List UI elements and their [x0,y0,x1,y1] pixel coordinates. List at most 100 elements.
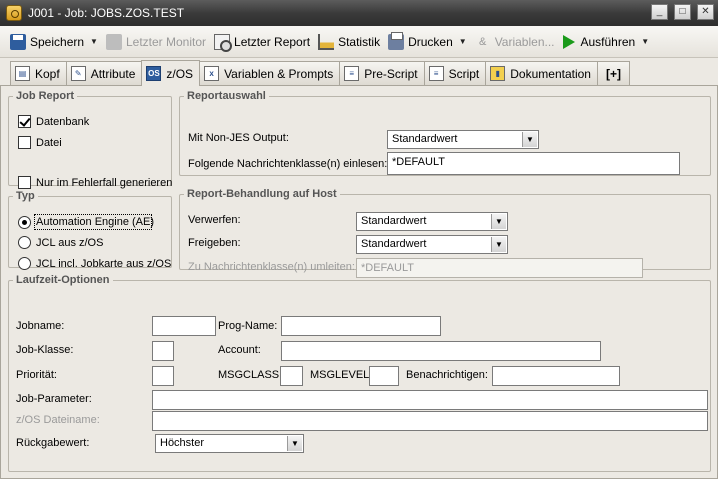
print-button[interactable]: Drucken ▼ [384,30,471,54]
window-controls: _ □ ✕ [651,4,714,20]
report-selection-legend: Reportauswahl [187,90,266,102]
discard-label: Verwerfen: [188,214,241,226]
type-group: Typ Automation Engine (AE) JCL aus z/OS … [8,190,172,270]
job-params-input[interactable] [152,390,708,410]
printer-icon [388,31,405,50]
tab-zos-label: z/OS [166,66,194,81]
progname-label: Prog-Name: [218,320,278,332]
account-input[interactable] [281,341,601,361]
toolbar: Speichern ▼ Letzter Monitor Letzter Repo… [0,26,718,58]
tab-attribute-label: Attribute [90,66,136,81]
close-button[interactable]: ✕ [697,4,714,20]
tab-attribute[interactable]: ✎ Attribute [65,61,143,85]
print-label: Drucken [408,34,453,49]
chevron-down-icon: ▼ [522,132,537,147]
tab-pre-script[interactable]: ≡ Pre-Script [339,61,425,85]
bar-chart-icon [318,33,335,50]
monitor-icon [105,33,122,50]
tab-script[interactable]: ≡ Script [423,61,487,85]
tab-zos[interactable]: OS z/OS [141,60,201,86]
zos-tab-content: Job Report Datenbank Datei Nur im Fehler… [0,86,718,479]
non-jes-label: Mit Non-JES Output: [188,132,289,144]
file-checkbox[interactable] [18,136,31,149]
database-label: Datenbank [36,116,90,128]
last-report-button[interactable]: Letzter Report [210,30,314,54]
report-handling-legend: Report-Behandlung auf Host [187,188,337,200]
tab-kopf[interactable]: ▤ Kopf [10,61,67,85]
discard-select[interactable]: Standardwert ▼ [356,212,508,231]
notify-input[interactable] [492,366,620,386]
script-icon: ≡ [428,66,444,81]
jobname-input[interactable] [152,316,216,336]
job-params-label: Job-Parameter: [16,393,92,405]
last-monitor-button[interactable]: Letzter Monitor [102,30,210,54]
print-dropdown-arrow-icon[interactable]: ▼ [459,37,467,46]
minimize-button[interactable]: _ [651,4,668,20]
statistics-button[interactable]: Statistik [314,30,384,54]
chevron-down-icon: ▼ [491,237,506,252]
release-selected-value: Standardwert [361,238,427,250]
msgclass-label: MSGCLASS: [218,369,283,381]
msgclass-read-input[interactable]: *DEFAULT [387,152,680,175]
progname-input[interactable] [281,316,441,336]
tab-pre-script-label: Pre-Script [364,66,418,81]
priority-input[interactable] [152,366,174,386]
tab-variables-prompts[interactable]: x Variablen & Prompts [199,61,341,85]
jobclass-input[interactable] [152,341,174,361]
tab-script-label: Script [448,66,480,81]
tab-kopf-label: Kopf [35,66,60,81]
report-handling-group: Report-Behandlung auf Host Verwerfen: St… [179,188,711,278]
discard-selected-value: Standardwert [361,215,427,227]
attributes-icon: ✎ [70,66,86,81]
job-app-icon [6,5,22,21]
title-bar: J001 - Job: JOBS.ZOS.TEST _ □ ✕ [0,0,718,26]
documentation-icon: ▮ [490,66,506,81]
pre-script-icon: ≡ [344,66,360,81]
msglevel-input[interactable] [369,366,399,386]
return-value-select[interactable]: Höchster ▼ [155,434,304,453]
maximize-button[interactable]: □ [674,4,691,20]
runtime-options-legend: Laufzeit-Optionen [16,274,110,286]
tab-documentation[interactable]: ▮ Dokumentation [485,61,598,85]
type-ae-label: Automation Engine (AE) [36,216,155,228]
database-checkbox[interactable] [18,115,31,128]
chevron-down-icon: ▼ [287,436,302,451]
release-select[interactable]: Standardwert ▼ [356,235,508,254]
tab-add[interactable]: [+] [596,61,630,85]
variables-button[interactable]: & Variablen... [471,30,559,54]
type-jcl-jobcard-label: JCL incl. Jobkarte aus z/OS [36,258,172,270]
window-title: J001 - Job: JOBS.ZOS.TEST [28,6,185,20]
play-icon [562,34,575,49]
only-on-error-checkbox[interactable] [18,176,31,189]
non-jes-selected-value: Standardwert [392,133,458,145]
variables-icon: & [479,35,487,48]
save-dropdown-arrow-icon[interactable]: ▼ [90,37,98,46]
save-button[interactable]: Speichern ▼ [6,30,102,54]
redirect-label: Zu Nachrichtenklasse(n) umleiten: [188,261,355,273]
type-radio-jcl-jobcard[interactable] [18,257,31,270]
zos-filename-input[interactable] [152,411,708,431]
job-report-group: Job Report Datenbank Datei Nur im Fehler… [8,90,172,189]
runtime-options-group: Laufzeit-Optionen Jobname: Prog-Name: Jo… [8,274,711,472]
statistics-label: Statistik [338,34,381,49]
header-icon: ▤ [15,66,30,81]
type-radio-ae[interactable] [18,216,31,229]
variables-label: Variablen... [494,34,555,49]
run-dropdown-arrow-icon[interactable]: ▼ [641,37,649,46]
msglevel-label: MSGLEVEL: [310,369,373,381]
save-icon [10,33,26,50]
job-report-legend: Job Report [16,90,75,102]
non-jes-select[interactable]: Standardwert ▼ [387,130,539,149]
return-value-selected: Höchster [160,437,205,449]
jobname-label: Jobname: [16,320,65,332]
return-value-label: Rückgabewert: [16,437,90,449]
report-icon [214,33,233,52]
last-report-label: Letzter Report [234,34,311,49]
type-radio-jcl[interactable] [18,236,31,249]
type-jcl-label: JCL aus z/OS [36,237,104,249]
msgclass-input[interactable] [280,366,303,386]
jobclass-label: Job-Klasse: [16,344,74,356]
type-legend: Typ [16,190,35,202]
run-button[interactable]: Ausführen ▼ [559,30,654,54]
msgclass-read-label: Folgende Nachrichtenklasse(n) einlesen: [188,158,388,170]
